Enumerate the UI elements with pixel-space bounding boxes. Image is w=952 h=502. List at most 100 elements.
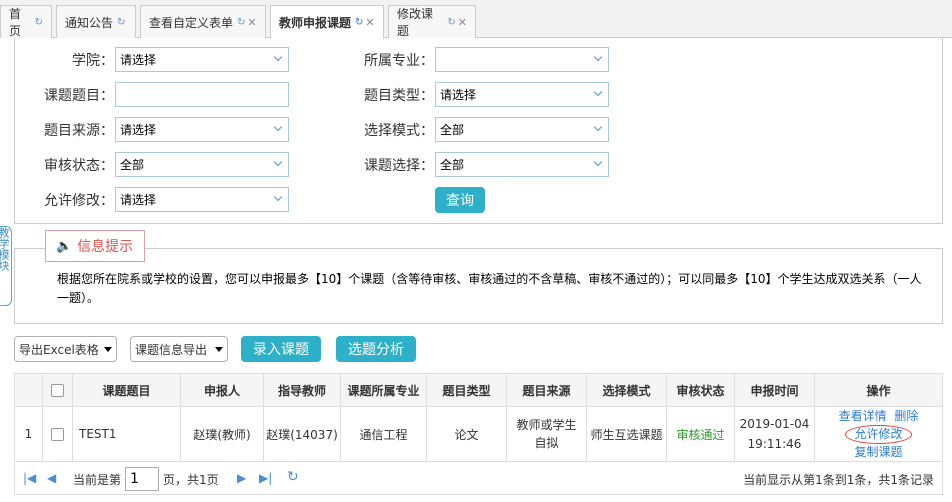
refresh-icon[interactable]: ↻ <box>237 17 245 28</box>
select-value: 全部 <box>440 158 465 172</box>
header-status: 审核状态 <box>666 373 735 407</box>
row-ops: 查看详情 删除 允许修改 复制课题 <box>814 406 943 462</box>
chevron-down-icon <box>593 52 603 62</box>
tab-label: 修改课题 <box>397 7 434 38</box>
header-major: 课题所属专业 <box>340 373 427 407</box>
allow-modify-select[interactable]: 请选择 <box>115 187 289 212</box>
chevron-down-icon <box>593 122 603 132</box>
header-title: 课题题目 <box>72 373 181 407</box>
close-icon[interactable]: ✕ <box>247 16 256 29</box>
close-icon[interactable]: ✕ <box>458 16 467 29</box>
select-mode-select[interactable]: 全部 <box>435 117 609 142</box>
page-number-input[interactable]: 1 <box>125 467 159 491</box>
refresh-icon[interactable]: ↻ <box>35 17 43 28</box>
row-datetime: 2019-01-04 19:11:46 <box>734 406 815 462</box>
select-value: 全部 <box>120 158 145 172</box>
review-status-select[interactable]: 全部 <box>115 152 289 177</box>
row-advisor: 赵璞(14037) <box>263 406 341 462</box>
refresh-icon[interactable]: ↻ <box>117 17 125 28</box>
select-value: 全部 <box>440 123 465 137</box>
review-status-label: 审核状态： <box>44 158 114 174</box>
header-advisor: 指导教师 <box>263 373 341 407</box>
query-button[interactable]: 查询 <box>435 187 485 213</box>
header-source: 题目来源 <box>506 373 587 407</box>
tab-label: 首页 <box>9 7 22 38</box>
row-major: 通信工程 <box>340 406 427 462</box>
select-value: 请选择 <box>120 53 157 67</box>
table-header-row: 课题题目 申报人 指导教师 课题所属专业 题目类型 题目来源 选择模式 审核状态… <box>14 373 943 407</box>
college-select[interactable]: 请选择 <box>115 47 289 72</box>
view-detail-link[interactable]: 查看详情 <box>839 409 887 423</box>
pagination-bar: |◀ ◀ 当前是第 1 页，共1页 ▶ ▶| ↻ 当前显示从第1条到1条，共1条… <box>14 463 943 495</box>
topic-type-select[interactable]: 请选择 <box>435 82 609 107</box>
chevron-down-icon <box>273 52 283 62</box>
header-mode: 选择模式 <box>586 373 667 407</box>
row-checkbox[interactable] <box>51 428 64 441</box>
last-page-icon[interactable]: ▶| <box>259 471 272 485</box>
topic-source-select[interactable]: 请选择 <box>115 117 289 142</box>
topic-title-input[interactable] <box>115 82 289 107</box>
tab-label: 教师申报课题 <box>279 16 352 30</box>
caret-down-icon <box>215 347 223 352</box>
major-select[interactable] <box>435 47 609 72</box>
tab-custom-form[interactable]: 查看自定义表单 ↻ ✕ <box>140 5 266 38</box>
side-collapse-tab[interactable]: 教学模块 <box>0 226 12 306</box>
first-page-icon[interactable]: |◀ <box>23 471 36 485</box>
tab-home[interactable]: 首页 ↻ <box>0 5 52 38</box>
refresh-icon[interactable]: ↻ <box>447 17 455 28</box>
info-title: 信息提示 <box>77 239 134 255</box>
topic-selection-label: 课题选择： <box>364 158 434 174</box>
header-num <box>14 373 43 407</box>
close-icon[interactable]: ✕ <box>365 16 374 29</box>
topic-selection-select[interactable]: 全部 <box>435 152 609 177</box>
header-type: 题目类型 <box>426 373 507 407</box>
row-status: 审核通过 <box>666 406 735 462</box>
select-value: 请选择 <box>120 123 157 137</box>
info-header: 🔈 信息提示 <box>45 230 145 262</box>
select-mode-label: 选择模式： <box>364 123 434 139</box>
export-excel-select[interactable]: 导出Excel表格 <box>14 336 117 362</box>
refresh-icon[interactable]: ↻ <box>355 17 363 28</box>
topic-title-label: 课题题目： <box>44 88 114 104</box>
chevron-down-icon <box>593 87 603 97</box>
speaker-icon: 🔈 <box>56 238 73 254</box>
row-applicant: 赵璞(教师) <box>180 406 264 462</box>
delete-link[interactable]: 删除 <box>894 409 918 423</box>
chevron-down-icon <box>593 157 603 167</box>
record-summary: 当前显示从第1条到1条，共1条记录 <box>743 473 934 487</box>
allow-modify-link[interactable]: 允许修改 <box>845 424 912 444</box>
tab-teacher-topic[interactable]: 教师申报课题 ↻ ✕ <box>270 5 384 39</box>
tab-modify-topic[interactable]: 修改课题 ↻ ✕ <box>388 5 476 38</box>
tab-label: 查看自定义表单 <box>149 15 234 30</box>
add-topic-button[interactable]: 录入课题 <box>241 336 321 362</box>
row-date: 2019-01-04 <box>739 417 810 431</box>
chevron-down-icon <box>273 122 283 132</box>
major-label: 所属专业： <box>364 53 434 69</box>
export-info-select[interactable]: 课题信息导出 <box>130 336 228 362</box>
select-value: 请选择 <box>440 88 477 102</box>
header-date: 申报时间 <box>734 373 815 407</box>
select-value: 导出Excel表格 <box>19 342 99 357</box>
row-title: TEST1 <box>72 406 181 462</box>
header-applicant: 申报人 <box>180 373 264 407</box>
copy-topic-link[interactable]: 复制课题 <box>854 445 902 459</box>
refresh-icon[interactable]: ↻ <box>287 469 299 485</box>
analysis-button[interactable]: 选题分析 <box>336 336 416 362</box>
next-page-icon[interactable]: ▶ <box>237 471 246 485</box>
tab-notice[interactable]: 通知公告 ↻ <box>56 5 136 38</box>
chevron-down-icon <box>273 157 283 167</box>
row-type: 论文 <box>426 406 507 462</box>
select-all-checkbox[interactable] <box>51 384 64 397</box>
topic-type-label: 题目类型： <box>364 88 434 104</box>
header-checkbox-cell <box>42 373 73 407</box>
row-mode: 师生互选课题 <box>586 406 667 462</box>
select-value: 课题信息导出 <box>135 342 208 357</box>
prev-page-icon[interactable]: ◀ <box>47 471 56 485</box>
topic-table: 课题题目 申报人 指导教师 课题所属专业 题目类型 题目来源 选择模式 审核状态… <box>14 373 943 462</box>
select-value: 请选择 <box>120 193 157 207</box>
page-prefix: 当前是第 <box>73 473 122 487</box>
row-num: 1 <box>14 406 43 462</box>
info-text: 根据您所在院系或学校的设置，您可以申报最多【10】个课题（含等待审核、审核通过的… <box>57 272 922 305</box>
topic-source-label: 题目来源： <box>44 123 114 139</box>
row-source: 教师或学生自拟 <box>506 406 587 462</box>
